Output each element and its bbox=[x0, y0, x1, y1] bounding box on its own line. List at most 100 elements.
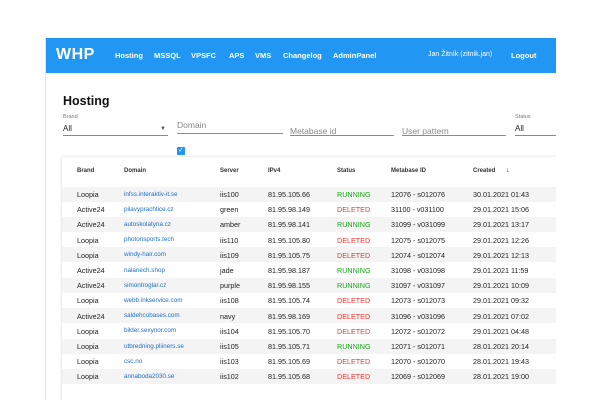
chevron-down-icon[interactable]: ▼ bbox=[160, 126, 166, 132]
cell-metabase: 31100 - v031100 bbox=[391, 205, 444, 215]
table-row[interactable]: Loopia webb.inkservice.com iis108 81.95.105… bbox=[62, 293, 556, 308]
metabase-id-underline bbox=[290, 135, 394, 136]
cell-domain[interactable]: webb.inkservice.com bbox=[124, 297, 182, 304]
app-logo[interactable]: WHP bbox=[56, 46, 95, 64]
logout-link[interactable]: Logout bbox=[511, 51, 536, 60]
nav-vms[interactable]: VMS bbox=[255, 51, 271, 60]
status-filter-label: Status bbox=[515, 114, 531, 120]
user-pattern-underline bbox=[402, 135, 506, 136]
cell-server: iis109 bbox=[220, 250, 239, 260]
nav-aps[interactable]: APS bbox=[229, 51, 244, 60]
cell-domain[interactable]: autoskolatyna.cz bbox=[124, 221, 171, 228]
table-row[interactable]: Loopia bilder.sexynor.com iis104 81.95.105.… bbox=[62, 323, 556, 338]
column-header-metabase-id[interactable]: Metabase ID bbox=[391, 168, 426, 174]
cell-domain[interactable]: infss.interaktiv-it.se bbox=[124, 191, 178, 198]
cell-metabase: 12072 - s012072 bbox=[391, 326, 445, 336]
cell-domain[interactable]: simontroglar.cz bbox=[124, 282, 166, 289]
table-row[interactable]: Loopia photonsports.tech iis110 81.95.105.8… bbox=[62, 232, 556, 247]
nav-changelog[interactable]: Changelog bbox=[283, 51, 322, 60]
table-row[interactable]: Active24 simontroglar.cz purple 81.95.98.15… bbox=[62, 277, 556, 293]
table-row[interactable]: Loopia annaboda2030.se iis102 81.95.105.68 D… bbox=[62, 368, 556, 385]
column-header-brand[interactable]: Brand bbox=[77, 168, 94, 174]
table-row[interactable]: Loopia infss.interaktiv-it.se iis100 81.95.… bbox=[62, 186, 556, 202]
domain-input[interactable]: Domain bbox=[177, 120, 206, 130]
cell-server: navy bbox=[220, 311, 236, 321]
column-header-domain[interactable]: Domain bbox=[124, 168, 146, 174]
filter-checkbox[interactable]: ✓ bbox=[177, 147, 185, 155]
table-row[interactable]: Loopia utbredning.pliiners.se iis105 81.95.… bbox=[62, 338, 556, 354]
status-filter-value[interactable]: All bbox=[515, 124, 524, 133]
cell-metabase: 12069 - s012069 bbox=[391, 372, 445, 382]
cell-brand: Active24 bbox=[77, 266, 105, 275]
top-navbar: WHP Hosting MSSQL VPSFC APS VMS Changelo… bbox=[46, 38, 556, 73]
cell-status: DELETED bbox=[337, 250, 371, 260]
cell-ipv4: 81.95.105.80 bbox=[268, 235, 310, 245]
cell-ipv4: 81.95.105.75 bbox=[268, 250, 310, 260]
cell-domain[interactable]: annaboda2030.se bbox=[124, 373, 174, 380]
cell-metabase: 31099 - v031099 bbox=[391, 220, 445, 230]
cell-status: DELETED bbox=[337, 235, 371, 245]
cell-ipv4: 81.95.105.68 bbox=[268, 372, 310, 382]
nav-hosting[interactable]: Hosting bbox=[115, 51, 143, 60]
cell-created: 29.01.2021 10:09 bbox=[473, 281, 529, 291]
page-title: Hosting bbox=[63, 94, 110, 108]
app-window: WHP Hosting MSSQL VPSFC APS VMS Changelo… bbox=[45, 38, 556, 400]
sort-arrow-icon[interactable]: ↓ bbox=[506, 167, 510, 174]
cell-server: green bbox=[220, 205, 239, 215]
cell-ipv4: 81.95.105.70 bbox=[268, 326, 310, 336]
cell-brand: Loopia bbox=[77, 342, 99, 351]
table-row[interactable]: Loopia windy-hair.com iis109 81.95.105.75 DE… bbox=[62, 247, 556, 263]
cell-domain[interactable]: nalanech.shop bbox=[124, 267, 165, 274]
cell-status: RUNNING bbox=[337, 220, 371, 230]
status-filter-underline bbox=[515, 135, 556, 136]
cell-metabase: 12071 - s012071 bbox=[391, 342, 445, 351]
cell-created: 29.01.2021 07:02 bbox=[473, 311, 529, 321]
brand-filter-value[interactable]: All bbox=[63, 124, 72, 133]
brand-filter-underline bbox=[63, 135, 168, 136]
cell-created: 29.01.2021 13:17 bbox=[473, 220, 529, 230]
cell-server: iis103 bbox=[220, 357, 239, 367]
cell-server: iis108 bbox=[220, 296, 239, 306]
cell-metabase: 12075 - s012075 bbox=[391, 235, 445, 245]
table-row[interactable]: Active24 pilavyprachtice.cz green 81.95.98.… bbox=[62, 202, 556, 217]
cell-domain[interactable]: saldehcobases.com bbox=[124, 312, 180, 319]
cell-ipv4: 81.95.98.149 bbox=[268, 205, 310, 215]
cell-status: RUNNING bbox=[337, 281, 371, 291]
nav-mssql[interactable]: MSSQL bbox=[154, 51, 181, 60]
cell-domain[interactable]: windy-hair.com bbox=[124, 251, 166, 258]
cell-domain[interactable]: bilder.sexynor.com bbox=[124, 327, 176, 334]
cell-created: 28.01.2021 19:43 bbox=[473, 357, 529, 367]
domain-input-underline bbox=[177, 133, 283, 134]
table-row[interactable]: Active24 nalanech.shop jade 81.95.98.187 RUN… bbox=[62, 263, 556, 278]
cell-metabase: 12070 - s012070 bbox=[391, 357, 445, 367]
table-row[interactable]: Active24 autoskolatyna.cz amber 81.95.98.14… bbox=[62, 216, 556, 233]
nav-vpsfc[interactable]: VPSFC bbox=[191, 51, 216, 60]
cell-server: iis102 bbox=[220, 372, 239, 382]
cell-created: 28.01.2021 20:14 bbox=[473, 342, 529, 351]
column-header-status[interactable]: Status bbox=[337, 168, 355, 174]
user-name[interactable]: Jan Žitník (zitnik.jan) bbox=[428, 51, 492, 58]
column-header-ipv4[interactable]: IPv4 bbox=[268, 168, 280, 174]
cell-ipv4: 81.95.98.141 bbox=[268, 220, 310, 230]
cell-ipv4: 81.95.105.69 bbox=[268, 357, 310, 367]
cell-domain[interactable]: photonsports.tech bbox=[124, 236, 174, 243]
cell-ipv4: 81.95.98.169 bbox=[268, 311, 310, 321]
cell-created: 29.01.2021 12:13 bbox=[473, 250, 529, 260]
cell-brand: Loopia bbox=[77, 372, 99, 382]
cell-metabase: 31098 - v031098 bbox=[391, 266, 445, 275]
table-row[interactable]: Active24 saldehcobases.com navy 81.95.98.16… bbox=[62, 308, 556, 324]
cell-created: 29.01.2021 04:48 bbox=[473, 326, 529, 336]
cell-domain[interactable]: utbredning.pliiners.se bbox=[124, 343, 184, 350]
cell-domain[interactable]: csc.no bbox=[124, 358, 142, 365]
cell-ipv4: 81.95.105.71 bbox=[268, 342, 310, 351]
cell-server: purple bbox=[220, 281, 240, 291]
column-header-created[interactable]: Created bbox=[473, 168, 495, 174]
nav-adminpanel[interactable]: AdminPanel bbox=[333, 51, 376, 60]
cell-domain[interactable]: pilavyprachtice.cz bbox=[124, 206, 174, 213]
table-row[interactable]: Loopia csc.no iis103 81.95.105.69 DELETED 120… bbox=[62, 354, 556, 369]
cell-brand: Loopia bbox=[77, 357, 99, 367]
cell-created: 29.01.2021 09:32 bbox=[473, 296, 529, 306]
cell-status: DELETED bbox=[337, 357, 371, 367]
column-header-server[interactable]: Server bbox=[220, 168, 239, 174]
cell-status: DELETED bbox=[337, 205, 371, 215]
